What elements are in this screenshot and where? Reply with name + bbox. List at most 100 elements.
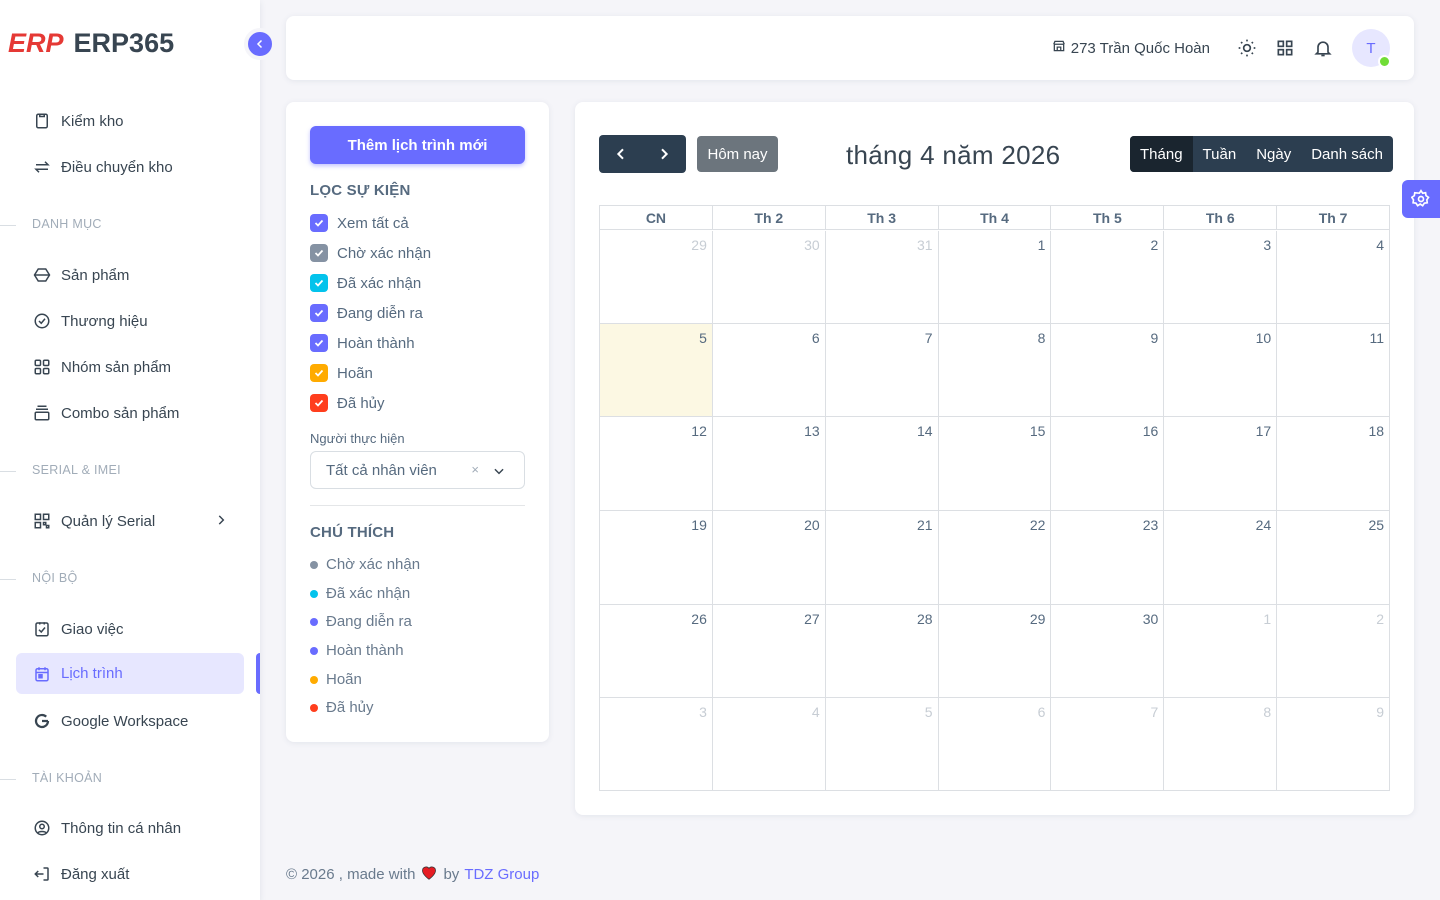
calendar-day-today[interactable]: 5 bbox=[600, 324, 713, 416]
prev-month-button[interactable] bbox=[599, 135, 643, 173]
day-number[interactable]: 29 bbox=[1030, 611, 1046, 627]
calendar-day-cell[interactable]: 30 bbox=[713, 231, 826, 323]
day-number[interactable]: 17 bbox=[1256, 423, 1272, 439]
day-number[interactable]: 27 bbox=[804, 611, 820, 627]
day-number[interactable]: 14 bbox=[917, 423, 933, 439]
theme-toggle-button[interactable] bbox=[1228, 29, 1266, 67]
calendar-day-cell[interactable]: 6 bbox=[713, 324, 826, 416]
filter-check-in-progress[interactable]: Đang diễn ra bbox=[310, 304, 423, 322]
calendar-day-cell[interactable]: 20 bbox=[713, 511, 826, 604]
day-number[interactable]: 21 bbox=[917, 517, 933, 533]
day-number[interactable]: 4 bbox=[812, 704, 820, 720]
day-number[interactable]: 4 bbox=[1376, 237, 1384, 253]
calendar-day-cell[interactable]: 25 bbox=[1277, 511, 1389, 604]
filter-check-confirmed[interactable]: Đã xác nhận bbox=[310, 274, 421, 292]
sidebar-item-dang-xuat[interactable]: Đăng xuất bbox=[16, 854, 244, 894]
sidebar-item-combo-san-pham[interactable]: Combo sản phẩm bbox=[16, 393, 244, 433]
day-number[interactable]: 6 bbox=[812, 330, 820, 346]
day-number[interactable]: 10 bbox=[1256, 330, 1272, 346]
sidebar-item-san-pham[interactable]: Sản phẩm bbox=[16, 255, 244, 295]
day-number[interactable]: 23 bbox=[1143, 517, 1159, 533]
day-number[interactable]: 5 bbox=[699, 330, 707, 346]
footer-company-link[interactable]: TDZ Group bbox=[464, 866, 539, 883]
branch-selector[interactable]: 273 Trần Quốc Hoàn bbox=[1052, 39, 1210, 57]
calendar-day-cell[interactable]: 2 bbox=[1051, 231, 1165, 323]
calendar-day-cell[interactable]: 12 bbox=[600, 417, 713, 510]
calendar-day-cell[interactable]: 15 bbox=[939, 417, 1052, 510]
checkbox[interactable] bbox=[310, 274, 328, 292]
day-number[interactable]: 15 bbox=[1030, 423, 1046, 439]
day-number[interactable]: 29 bbox=[691, 237, 707, 253]
day-number[interactable]: 30 bbox=[1143, 611, 1159, 627]
checkbox[interactable] bbox=[310, 304, 328, 322]
view-list-button[interactable]: Danh sách bbox=[1301, 136, 1393, 172]
calendar-day-cell[interactable]: 8 bbox=[939, 324, 1052, 416]
calendar-day-cell[interactable]: 9 bbox=[1051, 324, 1165, 416]
day-number[interactable]: 31 bbox=[917, 237, 933, 253]
calendar-day-cell[interactable]: 10 bbox=[1164, 324, 1278, 416]
calendar-day-cell[interactable]: 1 bbox=[939, 231, 1052, 323]
filter-check-postponed[interactable]: Hoãn bbox=[310, 364, 373, 382]
checkbox[interactable] bbox=[310, 334, 328, 352]
calendar-day-cell[interactable]: 23 bbox=[1051, 511, 1165, 604]
calendar-day-cell[interactable]: 26 bbox=[600, 605, 713, 697]
next-month-button[interactable] bbox=[643, 135, 687, 173]
day-number[interactable]: 5 bbox=[925, 704, 933, 720]
checkbox[interactable] bbox=[310, 364, 328, 382]
calendar-day-cell[interactable]: 27 bbox=[713, 605, 826, 697]
calendar-day-cell[interactable]: 13 bbox=[713, 417, 826, 510]
today-button[interactable]: Hôm nay bbox=[697, 136, 778, 172]
day-number[interactable]: 7 bbox=[925, 330, 933, 346]
day-number[interactable]: 22 bbox=[1030, 517, 1046, 533]
day-number[interactable]: 24 bbox=[1256, 517, 1272, 533]
sidebar-item-nhom-san-pham[interactable]: Nhóm sản phẩm bbox=[16, 347, 244, 387]
calendar-day-cell[interactable]: 11 bbox=[1277, 324, 1389, 416]
day-number[interactable]: 12 bbox=[691, 423, 707, 439]
checkbox[interactable] bbox=[310, 394, 328, 412]
day-number[interactable]: 3 bbox=[699, 704, 707, 720]
calendar-day-cell[interactable]: 1 bbox=[1164, 605, 1278, 697]
sidebar-item-thuong-hieu[interactable]: Thương hiệu bbox=[16, 301, 244, 341]
day-number[interactable]: 1 bbox=[1263, 611, 1271, 627]
customizer-button[interactable] bbox=[1402, 180, 1440, 218]
filter-check-cancelled[interactable]: Đã hủy bbox=[310, 394, 385, 412]
day-number[interactable]: 2 bbox=[1151, 237, 1159, 253]
day-number[interactable]: 2 bbox=[1376, 611, 1384, 627]
calendar-day-cell[interactable]: 7 bbox=[826, 324, 939, 416]
day-number[interactable]: 20 bbox=[804, 517, 820, 533]
assignee-select[interactable]: Tất cả nhân viên × bbox=[310, 451, 525, 489]
filter-check-completed[interactable]: Hoàn thành bbox=[310, 334, 415, 352]
sidebar-item-thong-tin-ca-nhan[interactable]: Thông tin cá nhân bbox=[16, 808, 244, 848]
sidebar-item-lich-trinh[interactable]: Lịch trình bbox=[16, 653, 244, 694]
day-number[interactable]: 3 bbox=[1263, 237, 1271, 253]
calendar-day-cell[interactable]: 2 bbox=[1277, 605, 1389, 697]
calendar-day-cell[interactable]: 17 bbox=[1164, 417, 1278, 510]
sidebar-collapse-button[interactable] bbox=[244, 28, 276, 60]
checkbox[interactable] bbox=[310, 244, 328, 262]
calendar-day-cell[interactable]: 6 bbox=[939, 698, 1052, 790]
calendar-day-cell[interactable]: 8 bbox=[1164, 698, 1278, 790]
day-number[interactable]: 16 bbox=[1143, 423, 1159, 439]
filter-check-all[interactable]: Xem tất cả bbox=[310, 214, 409, 232]
view-month-button[interactable]: Tháng bbox=[1130, 136, 1193, 172]
calendar-day-cell[interactable]: 18 bbox=[1277, 417, 1389, 510]
sidebar-item-quan-ly-serial[interactable]: Quản lý Serial bbox=[16, 501, 244, 541]
day-number[interactable]: 30 bbox=[804, 237, 820, 253]
day-number[interactable]: 9 bbox=[1151, 330, 1159, 346]
calendar-day-cell[interactable]: 21 bbox=[826, 511, 939, 604]
view-week-button[interactable]: Tuần bbox=[1193, 136, 1247, 172]
calendar-day-cell[interactable]: 4 bbox=[713, 698, 826, 790]
day-number[interactable]: 13 bbox=[804, 423, 820, 439]
add-schedule-button[interactable]: Thêm lịch trình mới bbox=[310, 126, 525, 164]
brand[interactable]: ERP ERP365 bbox=[8, 28, 174, 59]
sidebar-item-google-workspace[interactable]: Google Workspace bbox=[16, 701, 244, 741]
checkbox[interactable] bbox=[310, 214, 328, 232]
day-number[interactable]: 9 bbox=[1376, 704, 1384, 720]
day-number[interactable]: 19 bbox=[691, 517, 707, 533]
calendar-day-cell[interactable]: 28 bbox=[826, 605, 939, 697]
calendar-day-cell[interactable]: 30 bbox=[1051, 605, 1165, 697]
sidebar-item-kiem-kho[interactable]: Kiểm kho bbox=[16, 101, 244, 141]
day-number[interactable]: 28 bbox=[917, 611, 933, 627]
avatar[interactable]: T bbox=[1352, 29, 1391, 68]
day-number[interactable]: 6 bbox=[1038, 704, 1046, 720]
